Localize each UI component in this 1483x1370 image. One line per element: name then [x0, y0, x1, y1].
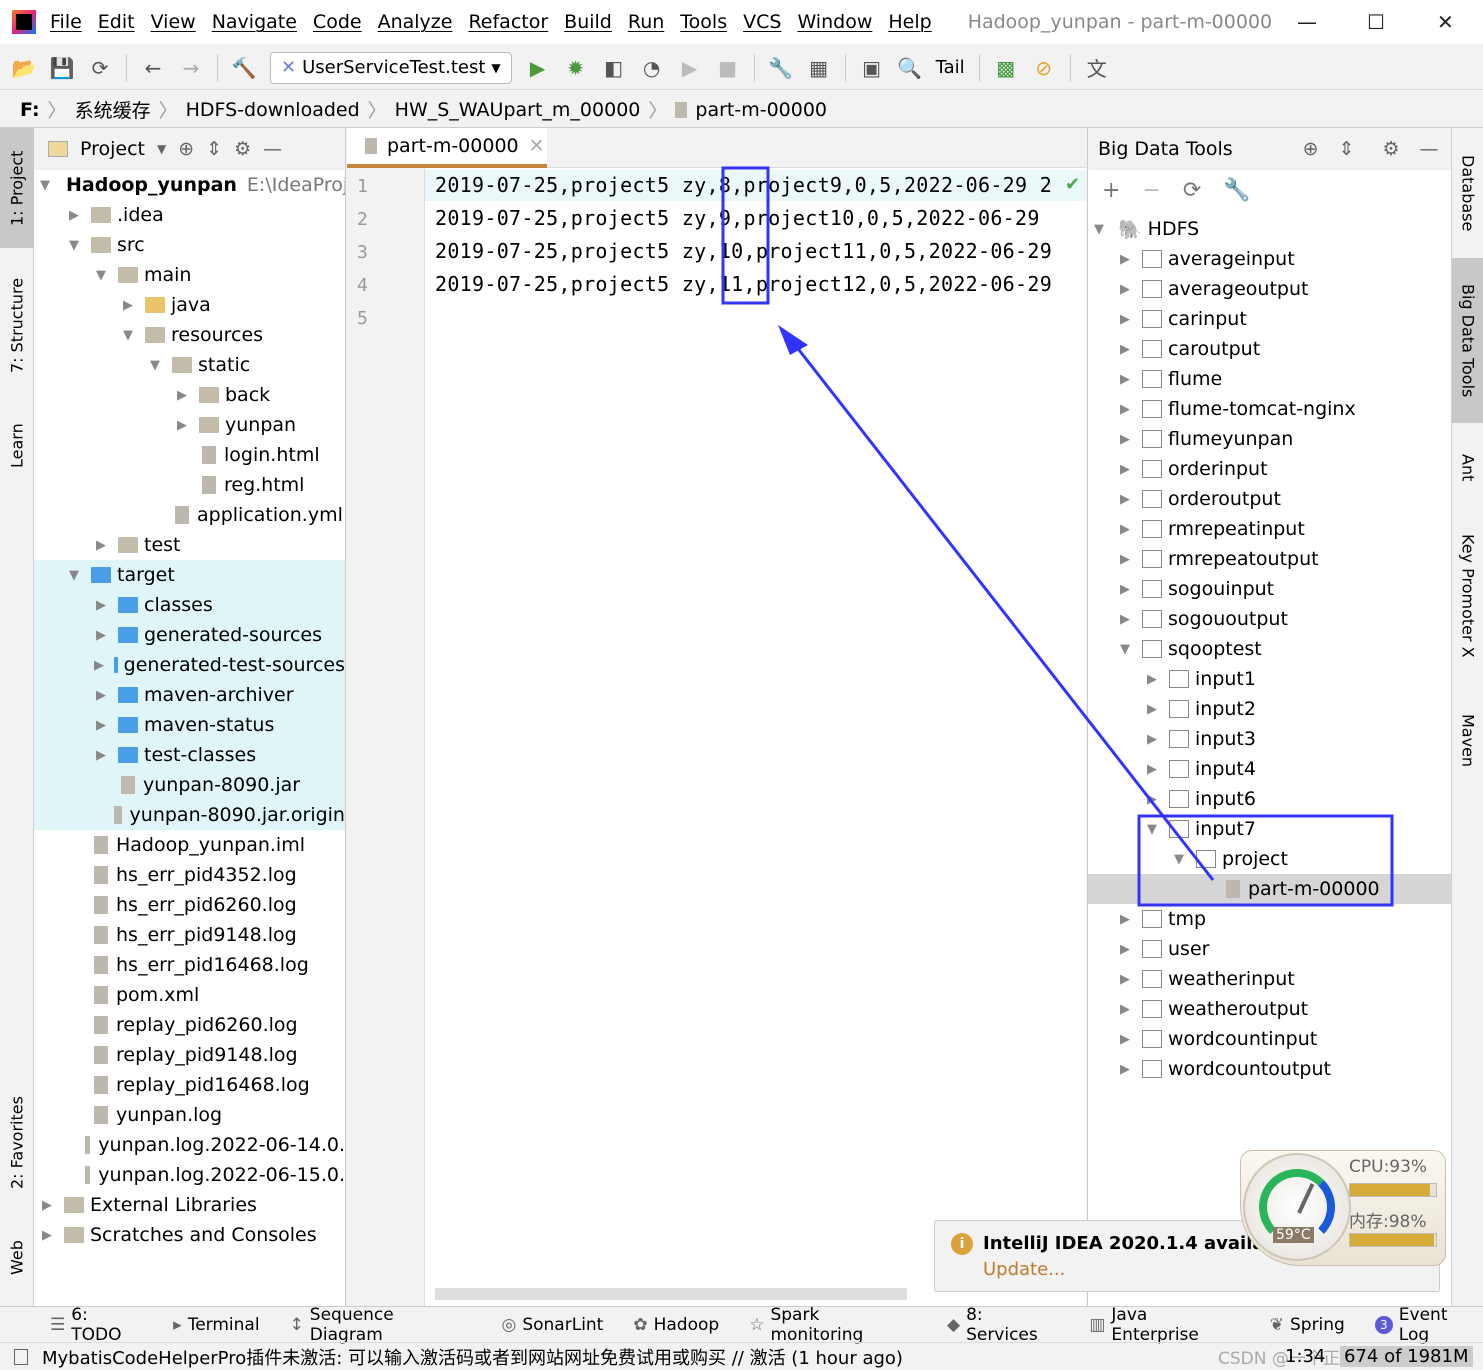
- list-icon: ☰: [50, 1314, 66, 1335]
- tool-window-bar: ☰ 6: TODO ▸ Terminal ↕ Sequence Diagram ◎ Sonar…: [0, 1305, 1483, 1345]
- annotation-box-file: [1137, 814, 1394, 907]
- sonarlint-icon: ◎: [501, 1314, 517, 1335]
- status-bar: MybatisCodeHelperPro插件未激活: 可以输入激活码或者到网站网…: [0, 1342, 1483, 1370]
- temperature-readout: 59°C: [1273, 1227, 1314, 1243]
- system-monitor-widget: 59°C CPU:93% 内存:98%: [1240, 1150, 1446, 1266]
- tool-window-hadoop[interactable]: ✿ Hadoop: [633, 1315, 719, 1335]
- tool-window-terminal[interactable]: ▸ Terminal: [173, 1315, 259, 1335]
- tool-window-spring[interactable]: ❦ Spring: [1270, 1315, 1345, 1335]
- tool-window-sonarlint[interactable]: ◎ SonarLint: [502, 1315, 604, 1335]
- memory-bar: [1349, 1233, 1437, 1247]
- sequence-diagram-icon: ↕: [289, 1314, 304, 1335]
- tool-window-list[interactable]: ☰ 6: TODO: [50, 1305, 143, 1345]
- update-link[interactable]: Update...: [983, 1259, 1065, 1280]
- tool-window-java-enterprise[interactable]: ▥ Java Enterprise: [1089, 1305, 1239, 1345]
- java-enterprise-icon: ▥: [1089, 1314, 1106, 1335]
- info-icon: i: [951, 1233, 973, 1255]
- memory-indicator[interactable]: 674 of 1981M: [1340, 1346, 1473, 1367]
- annotation-arrow-line: [790, 340, 1215, 881]
- status-toggle-icon[interactable]: [14, 1348, 28, 1365]
- cpu-bar: [1349, 1183, 1437, 1197]
- hadoop-icon: ✿: [633, 1314, 648, 1335]
- status-message[interactable]: MybatisCodeHelperPro插件未激活: 可以输入激活码或者到网站网…: [42, 1344, 903, 1370]
- event-log-icon: 3: [1374, 1315, 1393, 1334]
- annotation-arrow-head: [778, 325, 808, 355]
- services-icon: ◆: [946, 1314, 961, 1335]
- cpu-gauge: 59°C: [1243, 1153, 1351, 1261]
- caret-position[interactable]: 1:34: [1285, 1346, 1325, 1367]
- tool-window-services[interactable]: ◆ 8: Services: [947, 1305, 1059, 1345]
- terminal-icon: ▸: [173, 1314, 182, 1335]
- annotation-box-ids: [721, 166, 770, 305]
- spark-icon: ☆: [749, 1314, 765, 1335]
- tool-window-spark[interactable]: ☆ Spark monitoring: [749, 1305, 917, 1345]
- tool-window-event-log[interactable]: 3 Event Log: [1374, 1305, 1483, 1345]
- tool-window-sequence-diagram[interactable]: ↕ Sequence Diagram: [290, 1305, 472, 1345]
- spring-icon: ❦: [1269, 1314, 1284, 1335]
